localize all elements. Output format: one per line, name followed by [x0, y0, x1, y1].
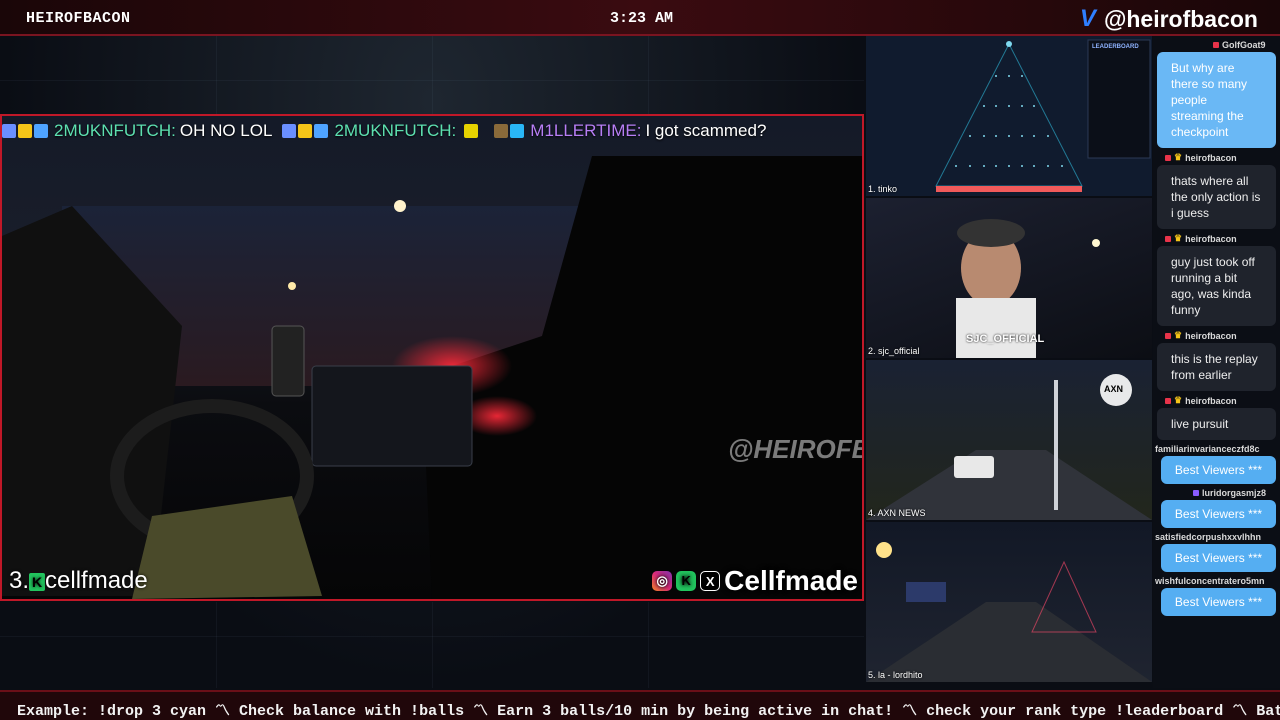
cube-icon	[510, 124, 525, 138]
chat-msg-header: ♛ heirofbacon	[1165, 330, 1280, 341]
streamer-name: cellfmade	[45, 567, 148, 594]
side-cam-1[interactable]: LEADERBOARD 1. tinko	[866, 36, 1152, 196]
kick-icon: K	[676, 571, 697, 591]
chat-username: heirofbacon	[1185, 152, 1237, 163]
v-logo-icon: V	[1079, 5, 1096, 32]
cam-label: 5. la - lordhito	[868, 670, 923, 680]
instagram-icon: ◎	[652, 571, 673, 591]
channel-name: HEIROFBACON	[26, 10, 131, 27]
car-interior-scene	[2, 156, 862, 599]
badge-icon	[1193, 490, 1199, 496]
chat-username: satisfiedcorpushxxvlhhn	[1155, 532, 1262, 542]
crown-icon	[298, 124, 313, 138]
cam-label: 2. sjc_official	[868, 346, 920, 356]
chat-bubble: Best Viewers ***	[1161, 588, 1276, 616]
chat-msg-header: ♛ heirofbacon	[1165, 395, 1280, 406]
chat-username: GolfGoat9	[1222, 40, 1266, 50]
socials-name: Cellfmade	[724, 565, 858, 596]
chat-msg-header: familiarinvarianceczfd8c	[1155, 444, 1280, 454]
side-cam-2[interactable]: SJC_OFFICIAL 2. sjc_official	[866, 198, 1152, 358]
chat-msg-header: GolfGoat9	[1213, 40, 1280, 50]
badge-icon	[1165, 332, 1171, 339]
clock: 3:23 AM	[610, 10, 674, 27]
crown-icon: ♛	[1174, 152, 1183, 162]
chat-bubble: Best Viewers ***	[1161, 456, 1276, 484]
chat-bubble: But why are there so many people streami…	[1157, 52, 1276, 148]
chat-bubble: Best Viewers ***	[1161, 500, 1276, 528]
cam-label: 4. AXN NEWS	[868, 508, 926, 518]
x-icon: X	[700, 571, 721, 591]
streamer-label: 3. Kcellfmade	[9, 567, 148, 595]
crown-icon: ♛	[1174, 395, 1183, 405]
chat-panel[interactable]: GolfGoat9 But why are there so many peop…	[1153, 36, 1280, 688]
top-bar: HEIROFBACON 3:23 AM V @heirofbacon	[0, 0, 1280, 36]
chat-message: I got scammed?	[645, 121, 767, 140]
chat-msg-header: ♛ heirofbacon	[1165, 233, 1280, 244]
chat-bubble: Best Viewers ***	[1161, 544, 1276, 572]
badge-icon	[1165, 235, 1171, 242]
ticker-text: Example: !drop 3 cyan 〽 Check balance wi…	[17, 703, 1280, 720]
badge-icon	[1165, 397, 1171, 404]
badge-icon	[2, 124, 16, 138]
chat-bubble: thats where all the only action is i gue…	[1157, 165, 1276, 229]
crown-icon: ♛	[1174, 330, 1183, 340]
watermark: @HEIROFBACON	[728, 434, 862, 464]
box-icon	[494, 124, 509, 138]
badge-icon	[282, 124, 297, 138]
chat-bubble: this is the replay from earlier	[1157, 343, 1276, 391]
chat-username: 2MUKNFUTCH:	[54, 121, 176, 140]
crown-icon	[18, 124, 32, 138]
night-street-scene	[866, 542, 1152, 682]
chat-username: heirofbacon	[1185, 233, 1237, 244]
badge-icon	[34, 124, 48, 138]
chat-username: heirofbacon	[1185, 330, 1237, 341]
chat-bubble: live pursuit	[1157, 408, 1276, 440]
axn-logo: AXN	[1104, 384, 1124, 394]
crown-icon: ♛	[1174, 233, 1183, 243]
badge-icon	[314, 124, 329, 138]
chat-username: wishfulconcentratero5mn	[1155, 576, 1265, 586]
leaderboard-title: LEADERBOARD	[1092, 44, 1139, 50]
rank-number: 3.	[9, 567, 30, 594]
chat-username: M1LLERTIME:	[530, 121, 642, 140]
chat-msg-header: wishfulconcentratero5mn	[1155, 576, 1280, 586]
kick-icon: K	[29, 572, 46, 591]
chat-message: OH NO LOL	[179, 121, 273, 140]
chat-bubble: guy just took off running a bit ago, was…	[1157, 246, 1276, 326]
chat-msg-header: ♛ heirofbacon	[1165, 152, 1280, 163]
cam-label: 1. tinko	[868, 184, 898, 194]
badge-icon	[1213, 42, 1219, 48]
chat-username: 2MUKNFUTCH:	[334, 121, 457, 140]
side-cam-3[interactable]: AXN 4. AXN NEWS	[866, 360, 1152, 520]
badge-icon	[1165, 154, 1171, 161]
social-handle: V @heirofbacon	[1080, 5, 1258, 33]
socials-overlay: ◎ K X Cellfmade	[652, 565, 858, 597]
chat-overlay-ticker: 2MUKNFUTCH: OH NO LOL 2MUKNFUTCH: M1LLER…	[2, 118, 862, 144]
chat-username: familiarinvarianceczfd8c	[1155, 444, 1260, 454]
main-stream-video[interactable]: 2MUKNFUTCH: OH NO LOL 2MUKNFUTCH: M1LLER…	[0, 114, 864, 601]
emote-icon	[464, 124, 479, 138]
chat-msg-header: satisfiedcorpushxxvlhhn	[1155, 532, 1280, 542]
side-cam-4[interactable]: 5. la - lordhito	[866, 522, 1152, 682]
cam-overlay-text: SJC_OFFICIAL	[966, 333, 1045, 345]
plinko-board	[935, 39, 1151, 192]
social-handle-text: @heirofbacon	[1103, 5, 1258, 32]
chat-msg-header: luridorgasmjz8	[1193, 488, 1280, 498]
chat-username: luridorgasmjz8	[1202, 488, 1267, 498]
bottom-ticker: Example: !drop 3 cyan 〽 Check balance wi…	[0, 690, 1280, 720]
chat-username: heirofbacon	[1185, 395, 1237, 406]
